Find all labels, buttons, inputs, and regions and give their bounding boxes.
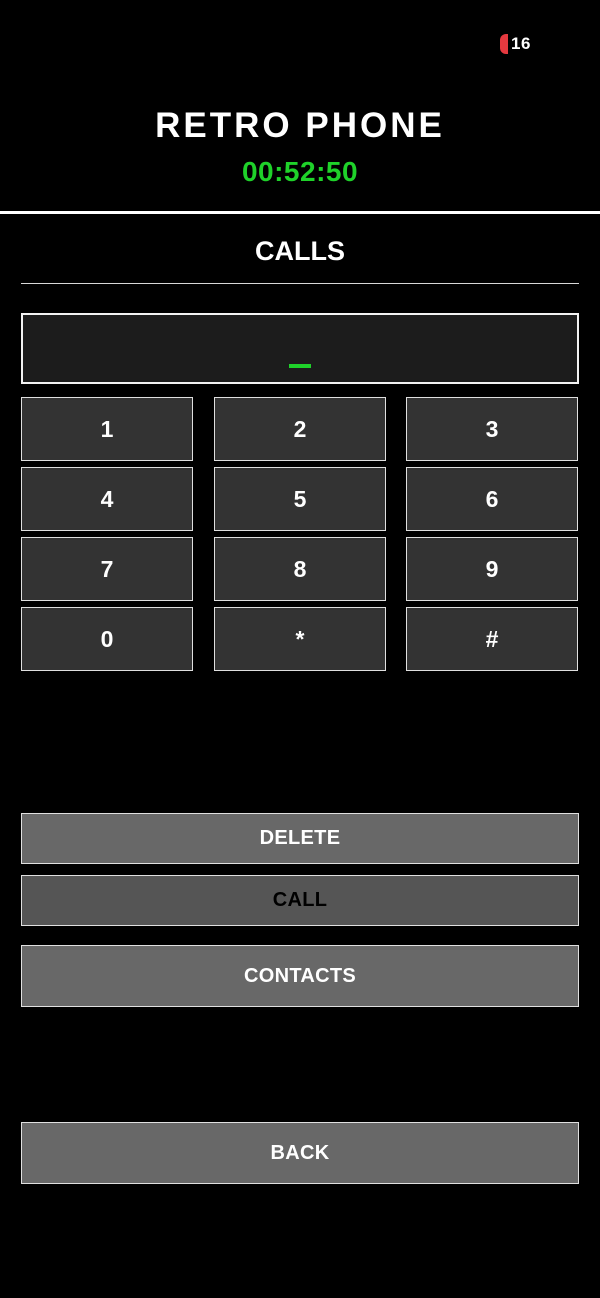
key-9[interactable]: 9 xyxy=(406,537,578,601)
battery-icon xyxy=(500,34,508,54)
battery-indicator: 16 xyxy=(500,33,531,55)
key-hash[interactable]: # xyxy=(406,607,578,671)
number-display[interactable] xyxy=(21,313,579,384)
key-0[interactable]: 0 xyxy=(21,607,193,671)
battery-level: 16 xyxy=(511,34,531,53)
key-7[interactable]: 7 xyxy=(21,537,193,601)
header-divider xyxy=(0,211,600,214)
clock: 00:52:50 xyxy=(241,156,359,187)
delete-button[interactable]: DELETE xyxy=(21,813,579,864)
app-title: RETRO PHONE xyxy=(155,106,445,145)
key-6[interactable]: 6 xyxy=(406,467,578,531)
section-divider xyxy=(21,283,579,284)
key-4[interactable]: 4 xyxy=(21,467,193,531)
key-8[interactable]: 8 xyxy=(214,537,386,601)
key-5[interactable]: 5 xyxy=(214,467,386,531)
key-3[interactable]: 3 xyxy=(406,397,578,461)
key-1[interactable]: 1 xyxy=(21,397,193,461)
section-title: CALLS xyxy=(255,236,345,266)
contacts-button[interactable]: CONTACTS xyxy=(21,945,579,1007)
cursor xyxy=(289,364,311,368)
key-2[interactable]: 2 xyxy=(214,397,386,461)
back-button[interactable]: BACK xyxy=(21,1122,579,1184)
call-button[interactable]: CALL xyxy=(21,875,579,926)
key-star[interactable]: * xyxy=(214,607,386,671)
